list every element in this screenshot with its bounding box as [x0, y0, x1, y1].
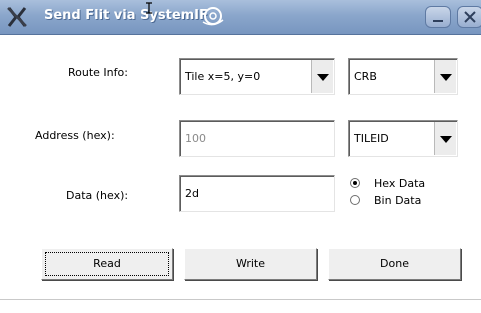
window-title: Send Flit via SystemIF: [44, 8, 208, 23]
write-button[interactable]: Write: [184, 248, 317, 280]
send-flit-dialog: Send Flit via SystemIF Route Info: Tile …: [0, 0, 481, 313]
data-input[interactable]: 2d: [179, 175, 335, 212]
bottom-divider: [0, 299, 481, 300]
route-info-label: Route Info:: [68, 66, 128, 79]
data-value: 2d: [185, 187, 199, 200]
chevron-down-icon: [440, 74, 452, 81]
data-label: Data (hex):: [66, 189, 129, 202]
route-target-dropdown-button[interactable]: [434, 60, 456, 93]
address-type-select[interactable]: TILEID: [348, 120, 458, 157]
close-icon: [464, 11, 476, 23]
minimize-button[interactable]: [425, 6, 451, 28]
hex-data-label: Hex Data: [374, 177, 426, 190]
done-button[interactable]: Done: [328, 248, 461, 280]
mouse-cursor-icon: [146, 2, 152, 14]
address-input[interactable]: 100: [179, 120, 335, 157]
chevron-down-icon: [317, 74, 329, 81]
x-app-icon: [7, 7, 27, 27]
address-value: 100: [185, 132, 206, 145]
swirl-icon: [202, 7, 224, 26]
read-button[interactable]: Read: [41, 248, 173, 280]
address-type-dropdown-button[interactable]: [434, 122, 456, 155]
bin-data-radio-button[interactable]: [350, 195, 360, 205]
route-target-value: CRB: [354, 70, 377, 83]
close-button[interactable]: [457, 6, 481, 28]
route-tile-select[interactable]: Tile x=5, y=0: [179, 58, 335, 95]
route-tile-dropdown-button[interactable]: [311, 60, 333, 93]
chevron-down-icon: [440, 136, 452, 143]
title-bar[interactable]: Send Flit via SystemIF: [0, 0, 481, 35]
address-type-value: TILEID: [354, 132, 389, 145]
route-target-select[interactable]: CRB: [348, 58, 458, 95]
bin-data-label: Bin Data: [374, 194, 422, 207]
hex-data-radio-button[interactable]: [350, 178, 360, 188]
route-tile-value: Tile x=5, y=0: [185, 70, 261, 83]
address-label: Address (hex):: [35, 129, 115, 142]
